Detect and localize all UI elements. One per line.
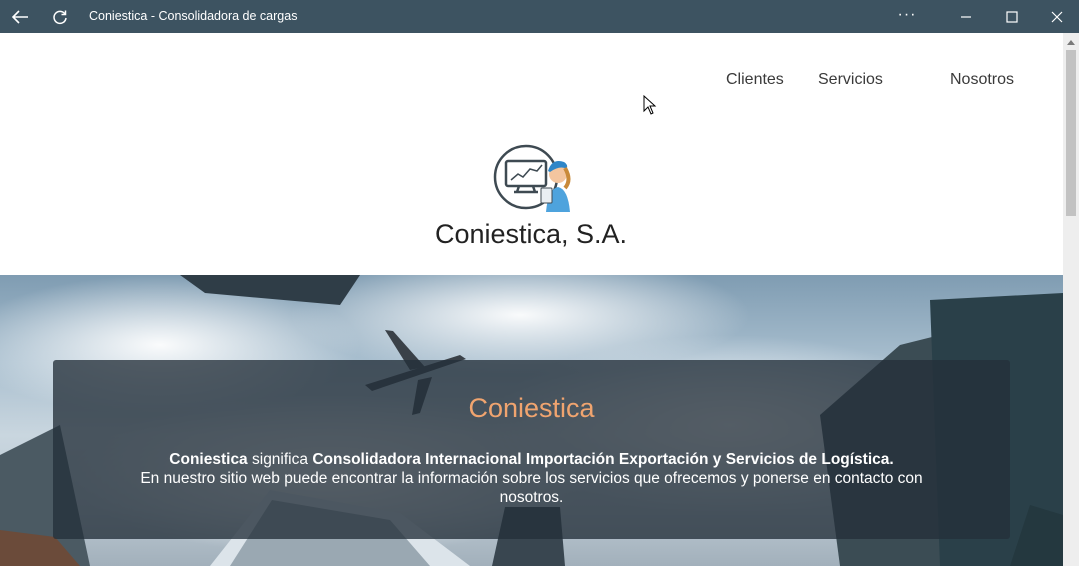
close-button[interactable] [1035,0,1079,33]
window-title: Coniestica - Consolidadora de cargas [89,9,298,23]
panel-title: Coniestica [468,393,595,423]
nav-link-nosotros[interactable]: Nosotros [950,71,1014,89]
more-button[interactable]: ··· [886,0,928,33]
refresh-button[interactable] [44,0,76,33]
desc-bold-company: Coniestica [169,451,248,468]
refresh-icon [53,10,67,24]
back-button[interactable] [4,0,36,33]
nav-link-clientes[interactable]: Clientes [726,71,784,89]
desc-text-intro: En nuestro sitio web puede encontrar la … [140,470,923,506]
page-viewport: Clientes Servicios Nosotros Coniestica, … [0,33,1063,566]
window-title-bar: Coniestica - Consolidadora de cargas ··· [0,0,1079,33]
scroll-up-button[interactable] [1063,35,1079,49]
info-panel: Coniestica Coniestica significa Consolid… [53,360,1010,539]
desc-text-connector: significa [247,451,313,468]
brand-name: Coniestica, S.A. [434,219,628,249]
minimize-icon [961,15,971,18]
minimize-button[interactable] [944,0,988,33]
maximize-icon [1006,10,1018,23]
vertical-scrollbar[interactable] [1063,33,1079,566]
panel-description: Coniestica significa Consolidadora Inter… [113,450,950,507]
nav-link-servicios[interactable]: Servicios [818,71,883,89]
hero-section: Coniestica Coniestica significa Consolid… [0,275,1063,566]
scroll-up-icon [1067,40,1075,45]
maximize-button[interactable] [990,0,1034,33]
scrollbar-thumb[interactable] [1066,50,1076,216]
back-arrow-icon [11,9,28,24]
more-icon: ··· [897,5,917,23]
close-icon [1051,11,1063,22]
mouse-cursor-icon [643,95,657,115]
desc-bold-meaning: Consolidadora Internacional Importación … [312,451,894,468]
company-logo [493,144,571,212]
